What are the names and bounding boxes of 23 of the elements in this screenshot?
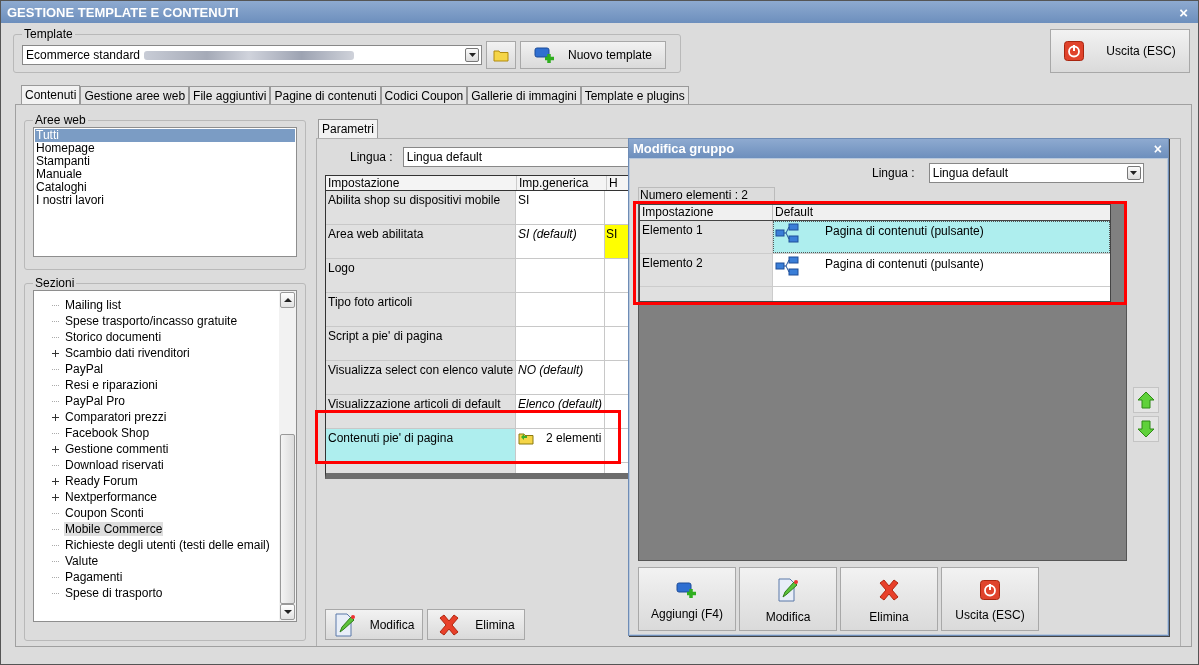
language-label: Lingua :	[350, 150, 393, 164]
element-count: Numero elementi : 2	[638, 187, 775, 203]
language-label: Lingua :	[872, 166, 915, 180]
table-cell: NO (default)	[518, 363, 584, 377]
group-label: Template	[23, 27, 74, 41]
table-cell: Elemento 2	[640, 254, 773, 286]
group-label: Sezioni	[34, 276, 76, 290]
table-cell: Visualizzazione articoli di default	[326, 395, 516, 428]
table-cell: Logo	[326, 259, 516, 292]
table-cell: SI	[605, 225, 630, 258]
table-cell: Tipo foto articoli	[326, 293, 516, 326]
table-cell: Contenuti pie' di pagina	[326, 429, 516, 462]
table-cell: SI	[518, 193, 530, 207]
table-cell: Elemento 1	[640, 221, 773, 253]
table-cell: Visualizza select con elenco valute	[326, 361, 516, 394]
table-cell: Area web abilitata	[326, 225, 516, 258]
table-cell: Elenco (default)	[518, 397, 603, 411]
group-label: Aree web	[34, 113, 87, 127]
table-cell: Abilita shop su dispositivi mobile	[326, 191, 516, 224]
table-cell: SI (default)	[518, 227, 577, 241]
table-cell: Script a pie' di pagina	[326, 327, 516, 360]
table-cell: 2 elementi	[546, 431, 602, 445]
window-title: GESTIONE TEMPLATE E CONTENUTI	[7, 4, 239, 20]
